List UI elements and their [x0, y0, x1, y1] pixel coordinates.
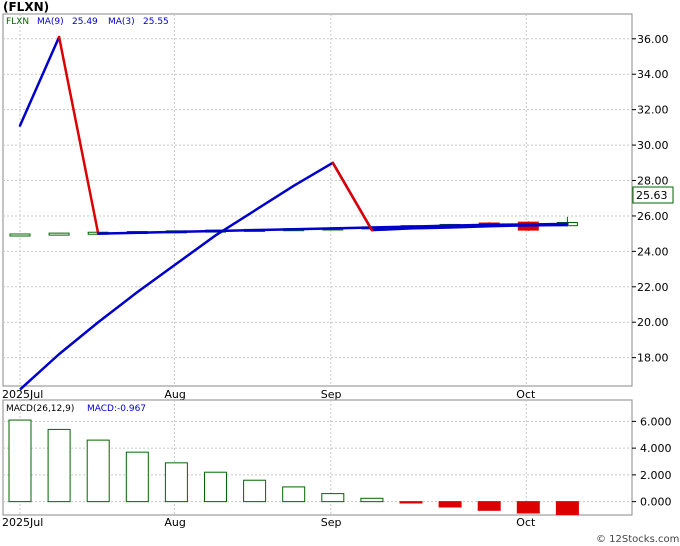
price-y-tick-label: 20.00: [637, 316, 669, 329]
legend-ma9-label: MA(9): [37, 17, 64, 27]
price-x-tick-label: Sep: [321, 388, 342, 401]
ma3-segment: [527, 222, 569, 226]
macd-y-tick-label: 4.000: [640, 442, 672, 455]
price-x-tick-label: 2025Jul: [2, 388, 43, 401]
macd-y-tick-label: 6.000: [640, 415, 672, 428]
ma3-segment: [448, 223, 491, 227]
price-panel: 18.00 20.00 22.00 24.00 26.00 28.00 30.00 32.00…: [2, 13, 674, 391]
macd-y-tick-label: 2.000: [640, 469, 672, 482]
chart-canvas: (FLXN) 18.00 20.00 22.00 24.00 26.00 28.00 30.…: [2, 0, 679, 545]
price-y-tick-label: 28.00: [637, 175, 669, 188]
chart-title: (FLXN): [3, 0, 49, 14]
macd-x-tick-label: 2025Jul: [2, 516, 43, 529]
macd-bar: [243, 479, 267, 503]
macd-bar: [477, 501, 501, 511]
price-panel-frame: [2, 13, 633, 387]
macd-bar: [8, 419, 32, 503]
ma3-segment: [175, 229, 217, 234]
macd-y-axis: 0.000 2.000 4.000 6.000: [632, 415, 672, 509]
price-y-tick-label: 30.00: [637, 139, 669, 152]
footer-credit: © 12Stocks.com: [596, 534, 679, 545]
price-y-tick-label: 26.00: [637, 210, 669, 223]
macd-y-tick-label: 0.000: [640, 496, 672, 509]
macd-bar: [47, 428, 71, 503]
last-price-value: 25.63: [636, 189, 668, 202]
ma3-segment: [370, 225, 413, 229]
macd-bar: [360, 497, 384, 503]
macd-x-tick-label: Sep: [321, 516, 342, 529]
ma3-segment: [96, 231, 139, 235]
macd-label: MACD(26,12,9): [6, 404, 74, 414]
price-y-tick-label: 22.00: [637, 281, 669, 294]
macd-bar: [204, 471, 227, 503]
ma3-segment: [409, 224, 452, 228]
last-price-badge: 25.63: [632, 186, 674, 204]
legend-ma3-label: MA(3): [108, 17, 135, 27]
price-x-tick-label: Oct: [516, 388, 536, 401]
price-x-axis: 2025Jul Aug Sep Oct: [2, 388, 536, 401]
macd-panel: 0.000 2.000 4.000 6.000 MACD(26,12,9) MACD:…: [2, 399, 672, 516]
ma3-segment: [253, 227, 295, 232]
legend-ticker: FLXN: [6, 17, 29, 27]
ma3-segment: [331, 226, 374, 230]
macd-bar: [86, 439, 110, 503]
legend-ma3-value: 25.55: [143, 17, 169, 27]
macd-bar: [555, 501, 579, 516]
ma3-segment: [136, 230, 178, 235]
macd-bar: [164, 462, 188, 503]
legend-ma9-value: 25.49: [72, 17, 98, 27]
price-y-tick-label: 18.00: [637, 352, 669, 365]
macd-x-tick-label: Oct: [516, 516, 536, 529]
macd-x-tick-label: Aug: [164, 516, 185, 529]
macd-x-axis: 2025Jul Aug Sep Oct: [2, 516, 536, 529]
macd-bar: [282, 486, 306, 503]
macd-bar: [321, 493, 345, 503]
ma3-segment: [292, 227, 335, 231]
price-y-tick-label: 36.00: [637, 33, 669, 46]
price-y-tick-label: 32.00: [637, 104, 669, 117]
macd-bar: [125, 451, 149, 503]
candle-body: [9, 233, 31, 237]
price-x-tick-label: Aug: [164, 388, 185, 401]
macd-bar: [399, 501, 423, 504]
price-y-tick-label: 24.00: [637, 245, 669, 258]
macd-bar: [438, 501, 462, 508]
candle-body: [48, 232, 70, 236]
macd-bar: [516, 501, 540, 514]
macd-value-label: MACD:-0.967: [87, 404, 146, 414]
price-y-tick-label: 34.00: [637, 68, 669, 81]
ma3-segment: [214, 228, 256, 233]
